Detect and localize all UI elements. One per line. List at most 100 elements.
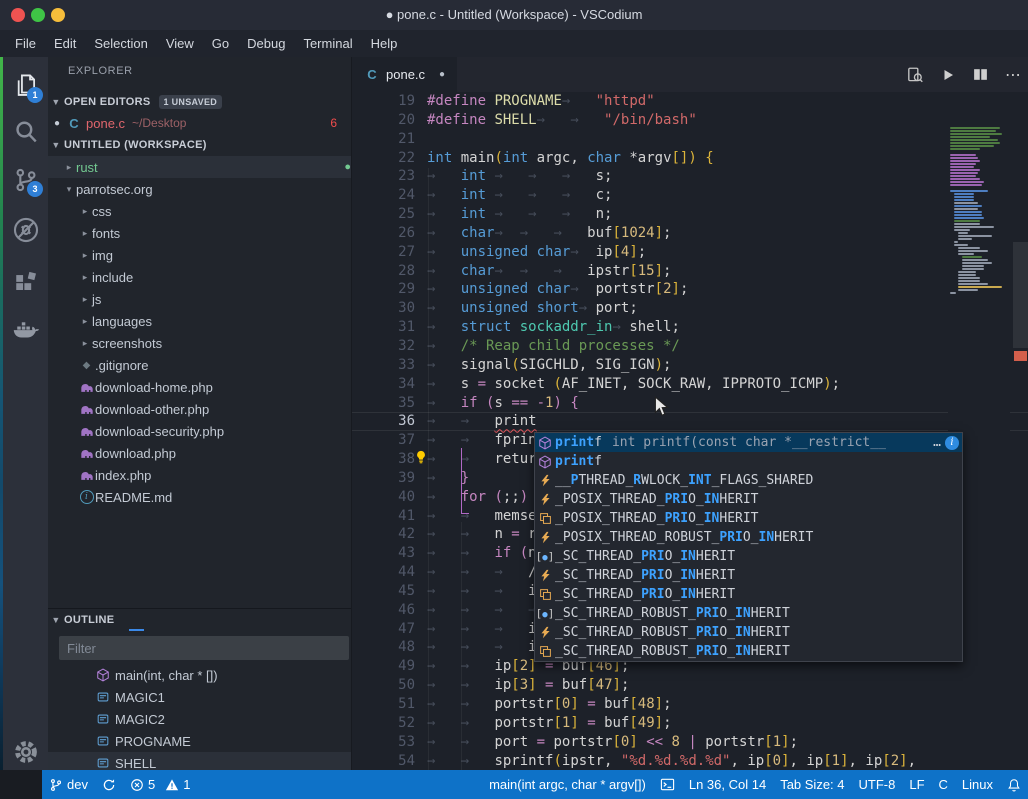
- info-icon[interactable]: i: [945, 435, 959, 450]
- code-line-32[interactable]: 32 → /* Reap child processes */: [352, 337, 1028, 356]
- code-line-50[interactable]: 50 → → ip[3] = buf[47];: [352, 676, 1028, 695]
- tab-dirty-indicator[interactable]: ●: [439, 69, 445, 80]
- status-remote-os[interactable]: Linux: [955, 770, 1000, 799]
- menu-go[interactable]: Go: [203, 30, 238, 57]
- tree-item-download-home-php[interactable]: download-home.php: [48, 376, 351, 398]
- tree-item-fonts[interactable]: ▸ fonts: [48, 222, 351, 244]
- tree-item-readme-md[interactable]: i README.md: [48, 486, 351, 508]
- menu-terminal[interactable]: Terminal: [294, 30, 361, 57]
- code-line-34[interactable]: 34 → s = socket (AF_INET, SOCK_RAW, IPPRO…: [352, 375, 1028, 394]
- menu-view[interactable]: View: [157, 30, 203, 57]
- docker-icon[interactable]: [11, 315, 41, 345]
- outline-item-shell[interactable]: SHELL: [48, 752, 351, 770]
- sync-item[interactable]: [95, 770, 123, 799]
- suggest-item[interactable]: __PTHREAD_RWLOCK_INT_FLAGS_SHARED: [535, 471, 962, 490]
- tree-item-rust[interactable]: ▸ rust ●: [48, 156, 351, 178]
- suggest-item[interactable]: printf int printf(const char *__restrict_…: [535, 433, 962, 452]
- code-line-51[interactable]: 51 → → portstr[0] = buf[48];: [352, 695, 1028, 714]
- status-indentation[interactable]: Tab Size: 4: [773, 770, 851, 799]
- tree-item-download-security-php[interactable]: download-security.php: [48, 420, 351, 442]
- menu-debug[interactable]: Debug: [238, 30, 294, 57]
- suggest-item[interactable]: _POSIX_THREAD_PRIO_INHERIT: [535, 490, 962, 509]
- tree-item-languages[interactable]: ▸ languages: [48, 310, 351, 332]
- menu-selection[interactable]: Selection: [85, 30, 156, 57]
- tree-item-index-php[interactable]: index.php: [48, 464, 351, 486]
- code-line-36[interactable]: 36 → → print: [352, 412, 1028, 431]
- symbol-event-icon: [535, 626, 555, 639]
- source-control-icon[interactable]: 3: [11, 165, 43, 197]
- run-icon[interactable]: [940, 67, 956, 83]
- terminal-icon[interactable]: [653, 770, 682, 799]
- open-editors-section-header[interactable]: ▼ OPEN EDITORS 1 UNSAVED: [48, 92, 351, 112]
- workspace-section-header[interactable]: ▼ UNTITLED (WORKSPACE): [48, 134, 351, 156]
- outline-item-magic2[interactable]: MAGIC2: [48, 708, 351, 730]
- code-line-30[interactable]: 30 → unsigned short→ port;: [352, 299, 1028, 318]
- code-line-24[interactable]: 24 → int → → → c;: [352, 186, 1028, 205]
- explorer-icon[interactable]: 1: [11, 71, 43, 103]
- code-line-20[interactable]: 20 #define SHELL→ → "/bin/bash": [352, 111, 1028, 130]
- status-symbol-context[interactable]: main(int argc, char * argv[]): [482, 770, 653, 799]
- git-branch-item[interactable]: dev: [42, 770, 95, 799]
- tree-item-img[interactable]: ▸ img: [48, 244, 351, 266]
- settings-gear-icon[interactable]: [11, 737, 41, 767]
- tree-item-css[interactable]: ▸ css: [48, 200, 351, 222]
- suggest-item[interactable]: _POSIX_THREAD_ROBUST_PRIO_INHERIT: [535, 528, 962, 547]
- scrollbar-slider[interactable]: [1013, 242, 1028, 348]
- tree-item-screenshots[interactable]: ▸ screenshots: [48, 332, 351, 354]
- code-line-53[interactable]: 53 → → port = portstr[0] << 8 | portstr[1…: [352, 733, 1028, 752]
- search-icon[interactable]: [11, 117, 41, 147]
- code-area[interactable]: 19 #define PROGNAME→ "httpd" 20 #define SHE…: [352, 92, 1028, 770]
- suggest-item[interactable]: [●] _SC_THREAD_PRIO_INHERIT: [535, 547, 962, 566]
- code-line-25[interactable]: 25 → int → → → n;: [352, 205, 1028, 224]
- code-line-54[interactable]: 54 → → sprintf(ipstr, "%d.%d.%d.%d", ip[0…: [352, 752, 1028, 770]
- outline-section-header[interactable]: ▼ OUTLINE: [48, 608, 351, 631]
- code-line-52[interactable]: 52 → → portstr[1] = buf[49];: [352, 714, 1028, 733]
- bell-icon[interactable]: [1000, 770, 1028, 799]
- code-line-35[interactable]: 35 → if (s == -1) {: [352, 394, 1028, 413]
- tree-item-parrotsec-org[interactable]: ▾ parrotsec.org: [48, 178, 351, 200]
- code-line-27[interactable]: 27 → unsigned char→ ip[4];: [352, 243, 1028, 262]
- editor-scrollbar[interactable]: [1013, 127, 1028, 770]
- code-line-22[interactable]: 22 int main(int argc, char *argv[]) {: [352, 149, 1028, 168]
- suggest-item[interactable]: _SC_THREAD_ROBUST_PRIO_INHERIT: [535, 642, 962, 661]
- code-line-26[interactable]: 26 → char→ → → buf[1024];: [352, 224, 1028, 243]
- suggest-item[interactable]: [●] _SC_THREAD_ROBUST_PRIO_INHERIT: [535, 604, 962, 623]
- debug-icon[interactable]: [11, 215, 41, 245]
- menu-file[interactable]: File: [6, 30, 45, 57]
- outline-filter-input[interactable]: [59, 636, 349, 660]
- code-line-23[interactable]: 23 → int → → → s;: [352, 167, 1028, 186]
- more-actions-icon[interactable]: ⋯: [1005, 65, 1022, 85]
- extensions-icon[interactable]: [11, 269, 41, 299]
- outline-item-magic1[interactable]: MAGIC1: [48, 686, 351, 708]
- outline-item-main-int-char-[interactable]: main(int, char * []): [48, 664, 351, 686]
- menu-help[interactable]: Help: [362, 30, 407, 57]
- suggest-item[interactable]: printf: [535, 452, 962, 471]
- suggest-item[interactable]: _SC_THREAD_PRIO_INHERIT: [535, 566, 962, 585]
- suggest-item[interactable]: _SC_THREAD_PRIO_INHERIT: [535, 585, 962, 604]
- code-line-33[interactable]: 33 → signal(SIGCHLD, SIG_IGN);: [352, 356, 1028, 375]
- code-line-29[interactable]: 29 → unsigned char→ portstr[2];: [352, 280, 1028, 299]
- tab-pone-c[interactable]: C pone.c ●: [352, 57, 458, 92]
- split-editor-icon[interactable]: [972, 66, 989, 83]
- suggest-item[interactable]: _SC_THREAD_ROBUST_PRIO_INHERIT: [535, 623, 962, 642]
- open-changes-icon[interactable]: [906, 66, 924, 84]
- menu-edit[interactable]: Edit: [45, 30, 85, 57]
- tree-item-download-other-php[interactable]: download-other.php: [48, 398, 351, 420]
- outline-item-progname[interactable]: PROGNAME: [48, 730, 351, 752]
- tree-item--gitignore[interactable]: ◆ .gitignore: [48, 354, 351, 376]
- lightbulb-icon[interactable]: [414, 450, 428, 464]
- problems-item[interactable]: 5 1: [123, 770, 197, 799]
- suggest-item[interactable]: _POSIX_THREAD_PRIO_INHERIT: [535, 509, 962, 528]
- tree-item-include[interactable]: ▸ include: [48, 266, 351, 288]
- tree-item-download-php[interactable]: download.php: [48, 442, 351, 464]
- tree-item-js[interactable]: ▸ js: [48, 288, 351, 310]
- status-eol[interactable]: LF: [902, 770, 931, 799]
- status-language-mode[interactable]: C: [932, 770, 955, 799]
- open-editor-item-pone[interactable]: ● C pone.c ~/Desktop 6: [48, 112, 351, 134]
- code-line-21[interactable]: 21: [352, 130, 1028, 149]
- status-cursor-position[interactable]: Ln 36, Col 14: [682, 770, 773, 799]
- code-line-31[interactable]: 31 → struct sockaddr_in→ shell;: [352, 318, 1028, 337]
- status-encoding[interactable]: UTF-8: [852, 770, 903, 799]
- code-line-28[interactable]: 28 → char→ → → ipstr[15];: [352, 262, 1028, 281]
- code-line-19[interactable]: 19 #define PROGNAME→ "httpd": [352, 92, 1028, 111]
